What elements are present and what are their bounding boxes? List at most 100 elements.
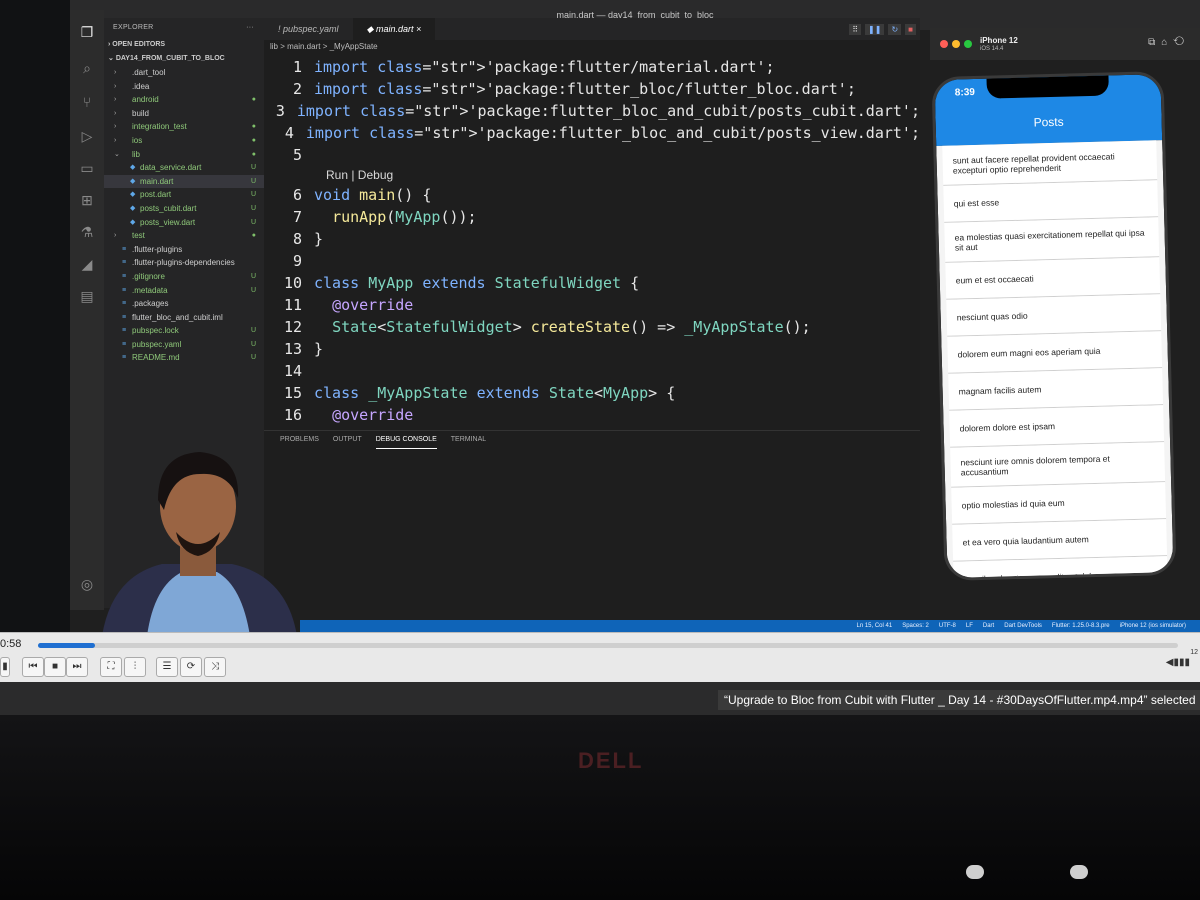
files-icon[interactable]: ❐ — [79, 24, 95, 40]
tree-item[interactable]: ≡ .flutter-plugins-dependencies — [104, 256, 264, 270]
post-list-item[interactable]: nesciunt iure omnis dolorem tempora et a… — [950, 442, 1166, 488]
stop-icon[interactable]: ■ — [44, 657, 66, 677]
tree-item[interactable]: ≡ .flutter-plugins — [104, 243, 264, 257]
tab-terminal[interactable]: TERMINAL — [451, 431, 486, 449]
tree-item[interactable]: ≡ .metadata U — [104, 284, 264, 298]
screenshot-icon[interactable]: ⧉ — [1148, 37, 1161, 48]
tree-item[interactable]: ◆ posts_cubit.dart U — [104, 202, 264, 216]
code-line[interactable]: 12 State<StatefulWidget> createState() =… — [264, 316, 920, 338]
tree-item[interactable]: › integration_test ● — [104, 120, 264, 134]
next-icon[interactable]: ⏭ — [66, 657, 88, 677]
code-line[interactable]: 3 import class="str">'package:flutter_blo… — [264, 100, 920, 122]
run-debug-codelens[interactable]: Run | Debug — [264, 166, 920, 184]
search-icon[interactable]: ⌕ — [79, 60, 95, 76]
testing-icon[interactable]: ⚗ — [79, 224, 95, 240]
tree-item[interactable]: ◆ data_service.dart U — [104, 161, 264, 175]
minimize-window-button[interactable] — [952, 40, 960, 48]
tree-item[interactable]: ◆ main.dart U — [104, 174, 264, 189]
tree-item[interactable]: › android ● — [104, 93, 264, 107]
post-list-item[interactable]: dolorem dolore est ipsam — [949, 405, 1165, 448]
code-line[interactable]: 14 — [264, 360, 920, 382]
breadcrumb[interactable]: lib > main.dart > _MyAppState — [264, 40, 920, 54]
tree-item[interactable]: › .dart_tool — [104, 66, 264, 80]
tree-item[interactable]: ≡ .gitignore U — [104, 270, 264, 284]
status-item[interactable]: iPhone 12 (ios simulator) — [1120, 620, 1186, 632]
open-editors-section[interactable]: › OPEN EDITORS — [104, 38, 264, 52]
zoom-window-button[interactable] — [964, 40, 972, 48]
tree-item[interactable]: › build — [104, 107, 264, 121]
post-list-item[interactable]: dolorem eum magni eos aperiam quia — [947, 331, 1163, 374]
code-line[interactable]: 11 @override — [264, 294, 920, 316]
code-line[interactable]: 8} — [264, 228, 920, 250]
rotate-icon[interactable]: ⟲ — [1173, 37, 1190, 48]
code-line[interactable]: 1 import class="str">'package:flutter/mat… — [264, 56, 920, 78]
explorer-more-button[interactable]: ··· — [246, 18, 254, 38]
status-item[interactable]: Ln 15, Col 41 — [856, 620, 892, 632]
app-title: Posts — [1033, 114, 1064, 130]
tree-item[interactable]: › .idea — [104, 80, 264, 94]
flutter-icon[interactable]: ◢ — [79, 256, 95, 272]
home-icon[interactable]: ⌂ — [1161, 37, 1173, 48]
playlist-icon[interactable]: ☰ — [156, 657, 178, 677]
volume-icon[interactable]: ◀▮▮▮ — [1166, 657, 1190, 668]
post-list-item[interactable]: eum et est occaecati — [945, 257, 1161, 300]
seek-bar[interactable] — [38, 643, 1178, 648]
code-line[interactable]: 15 class _MyAppState extends State<MyApp>… — [264, 382, 920, 404]
tab-output[interactable]: OUTPUT — [333, 431, 362, 449]
tree-item[interactable]: › ios ● — [104, 134, 264, 148]
extensions-icon[interactable]: ⊞ — [79, 192, 95, 208]
restart-icon[interactable]: ↻ — [888, 23, 902, 35]
equalizer-icon[interactable]: ⫶ — [124, 657, 146, 677]
tab-main-dart[interactable]: ◆ main.dart × — [352, 18, 436, 40]
status-item[interactable]: Dart — [983, 620, 994, 632]
code-line[interactable]: 16 @override — [264, 404, 920, 426]
tab-pubspec-yaml[interactable]: ! pubspec.yaml — [264, 18, 353, 40]
drag-handle-icon[interactable]: ⠿ — [849, 23, 862, 35]
status-item[interactable]: Spaces: 2 — [902, 620, 929, 632]
post-list-item[interactable]: qui est esse — [943, 180, 1159, 223]
loop-icon[interactable]: ⟳ — [180, 657, 202, 677]
post-list-item[interactable]: et ea vero quia laudantium autem — [952, 519, 1168, 562]
posts-list[interactable]: sunt aut facere repellat provident occae… — [936, 140, 1175, 581]
code-line[interactable]: 7 runApp(MyApp()); — [264, 206, 920, 228]
play-icon[interactable]: ▮ — [0, 657, 10, 677]
docker-icon[interactable]: ▤ — [79, 288, 95, 304]
tree-item[interactable]: ≡ README.md U — [104, 351, 264, 365]
tree-item[interactable]: ≡ flutter_bloc_and_cubit.iml — [104, 311, 264, 325]
previous-icon[interactable]: ⏮ — [22, 657, 44, 677]
tree-item[interactable]: ≡ pubspec.lock U — [104, 324, 264, 338]
shuffle-icon[interactable]: ⤨ — [204, 657, 226, 677]
status-item[interactable]: LF — [966, 620, 973, 632]
tree-item[interactable]: ◆ post.dart U — [104, 188, 264, 202]
remote-explorer-icon[interactable]: ▭ — [79, 160, 95, 176]
code-line[interactable]: 4 import class="str">'package:flutter_blo… — [264, 122, 920, 144]
code-area[interactable]: 1 import class="str">'package:flutter/mat… — [264, 56, 920, 426]
post-list-item[interactable]: ea molestias quasi exercitationem repell… — [944, 217, 1160, 263]
code-line[interactable]: 9 — [264, 250, 920, 272]
post-list-item[interactable]: magnam facilis autem — [948, 368, 1164, 411]
code-line[interactable]: 6 void main() { — [264, 184, 920, 206]
tree-item[interactable]: › test ● — [104, 229, 264, 243]
status-item[interactable]: Dart DevTools — [1004, 620, 1042, 632]
code-line[interactable]: 2 import class="str">'package:flutter_blo… — [264, 78, 920, 100]
project-section[interactable]: ⌄ DAY14_FROM_CUBIT_TO_BLOC — [104, 52, 264, 66]
code-line[interactable]: 5 — [264, 144, 920, 166]
status-item[interactable]: Flutter: 1.25.0-8.3.pre — [1052, 620, 1110, 632]
post-list-item[interactable]: nesciunt quas odio — [946, 294, 1162, 337]
fullscreen-icon[interactable]: ⛶ — [100, 657, 122, 677]
status-item[interactable]: UTF-8 — [939, 620, 956, 632]
tab-debug-console[interactable]: DEBUG CONSOLE — [375, 431, 437, 449]
tree-item[interactable]: ⌄ lib ● — [104, 148, 264, 162]
pause-icon[interactable]: ❚❚ — [865, 23, 885, 35]
code-line[interactable]: 10 class MyApp extends StatefulWidget { — [264, 272, 920, 294]
code-line[interactable]: 13} — [264, 338, 920, 360]
close-window-button[interactable] — [940, 40, 948, 48]
stop-icon[interactable]: ■ — [905, 23, 916, 35]
tree-item[interactable]: ≡ .packages — [104, 297, 264, 311]
tree-item[interactable]: ≡ pubspec.yaml U — [104, 338, 264, 352]
tree-item[interactable]: ◆ posts_view.dart U — [104, 216, 264, 230]
post-list-item[interactable]: sunt aut facere repellat provident occae… — [942, 140, 1158, 186]
post-list-item[interactable]: optio molestias id quia eum — [951, 482, 1167, 525]
source-control-icon[interactable]: ⑂ — [79, 94, 95, 110]
run-debug-icon[interactable]: ▷ — [79, 128, 95, 144]
